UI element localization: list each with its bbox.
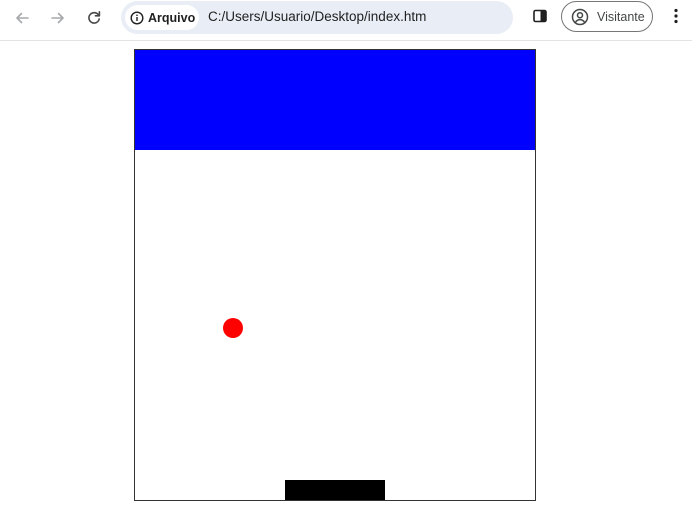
profile-button[interactable]: Visitante	[561, 1, 653, 32]
game-canvas[interactable]	[134, 49, 536, 501]
side-panel-icon	[532, 8, 548, 29]
profile-label: Visitante	[597, 9, 645, 24]
arrow-left-icon	[14, 10, 30, 26]
more-vert-icon	[673, 8, 679, 29]
paddle[interactable]	[285, 480, 385, 500]
url-text[interactable]: C:/Users/Usuario/Desktop/index.htm	[208, 9, 426, 24]
site-info-chip[interactable]: Arquivo	[125, 5, 199, 30]
ball	[223, 318, 243, 338]
side-panel-button[interactable]	[526, 4, 554, 32]
info-icon	[130, 10, 144, 25]
browser-menu-button[interactable]	[664, 4, 688, 32]
forward-button[interactable]	[44, 4, 72, 32]
brick-block	[135, 50, 535, 150]
browser-toolbar: Arquivo C:/Users/Usuario/Desktop/index.h…	[0, 0, 692, 41]
arrow-right-icon	[50, 10, 66, 26]
address-bar[interactable]: Arquivo C:/Users/Usuario/Desktop/index.h…	[121, 1, 513, 34]
reload-icon	[86, 10, 102, 26]
back-button[interactable]	[8, 4, 36, 32]
reload-button[interactable]	[80, 4, 108, 32]
site-info-label: Arquivo	[148, 10, 196, 25]
account-circle-icon	[571, 8, 589, 26]
